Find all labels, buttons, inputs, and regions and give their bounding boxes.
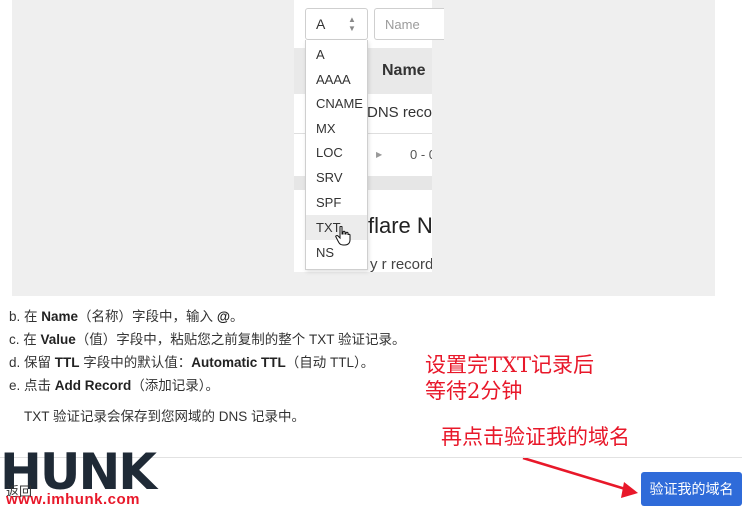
expand-icon[interactable]: ▶ bbox=[376, 150, 382, 159]
cloudflare-heading: flare N bbox=[368, 213, 432, 238]
name-input[interactable]: Name bbox=[374, 8, 444, 40]
step-c: c. 在 Value（值）字段中，粘贴您之前复制的整个 TXT 验证记录。 bbox=[9, 332, 406, 347]
txt-saved-note: TXT 验证记录会保存到您网域的 DNS 记录中。 bbox=[24, 409, 306, 424]
option-spf[interactable]: SPF bbox=[306, 190, 367, 215]
table-header-name: Name bbox=[382, 62, 426, 79]
option-mx[interactable]: MX bbox=[306, 116, 367, 141]
select-arrows-icon: ▲ ▼ bbox=[348, 15, 356, 33]
step-e: e. 点击 Add Record（添加记录）。 bbox=[9, 378, 220, 393]
table-row-text: DNS record bbox=[367, 104, 432, 121]
annotation-wait: 等待2分钟 bbox=[425, 379, 523, 403]
instruction-steps: b. 在 Name（名称）字段中，输入 @。 c. 在 Value（值）字段中，… bbox=[9, 307, 406, 399]
page: Name DNS record ▶ 0 - 0 flare N y r reco… bbox=[0, 0, 742, 512]
option-srv[interactable]: SRV bbox=[306, 165, 367, 190]
record-type-value: A bbox=[316, 16, 326, 32]
option-aaaa[interactable]: AAAA bbox=[306, 67, 367, 92]
step-d: d. 保留 TTL 字段中的默认值：Automatic TTL（自动 TTL）。 bbox=[9, 355, 375, 370]
site-watermark: www.imhunk.com bbox=[6, 491, 140, 508]
step-b: b. 在 Name（名称）字段中，输入 @。 bbox=[9, 309, 244, 324]
annotation-click-verify: 再点击验证我的域名 bbox=[441, 425, 630, 449]
cloudflare-subtext: y r records, bbox=[370, 256, 432, 272]
verify-domain-button[interactable]: 验证我的域名 bbox=[641, 472, 742, 506]
red-arrow-icon bbox=[522, 456, 638, 498]
record-type-select[interactable]: A ▲ ▼ bbox=[305, 8, 368, 40]
pagination-text: 0 - 0 bbox=[410, 147, 432, 162]
name-placeholder: Name bbox=[385, 17, 420, 32]
option-loc[interactable]: LOC bbox=[306, 140, 367, 165]
option-a[interactable]: A bbox=[306, 42, 367, 67]
hand-cursor-icon bbox=[335, 226, 351, 246]
option-cname[interactable]: CNAME bbox=[306, 91, 367, 116]
